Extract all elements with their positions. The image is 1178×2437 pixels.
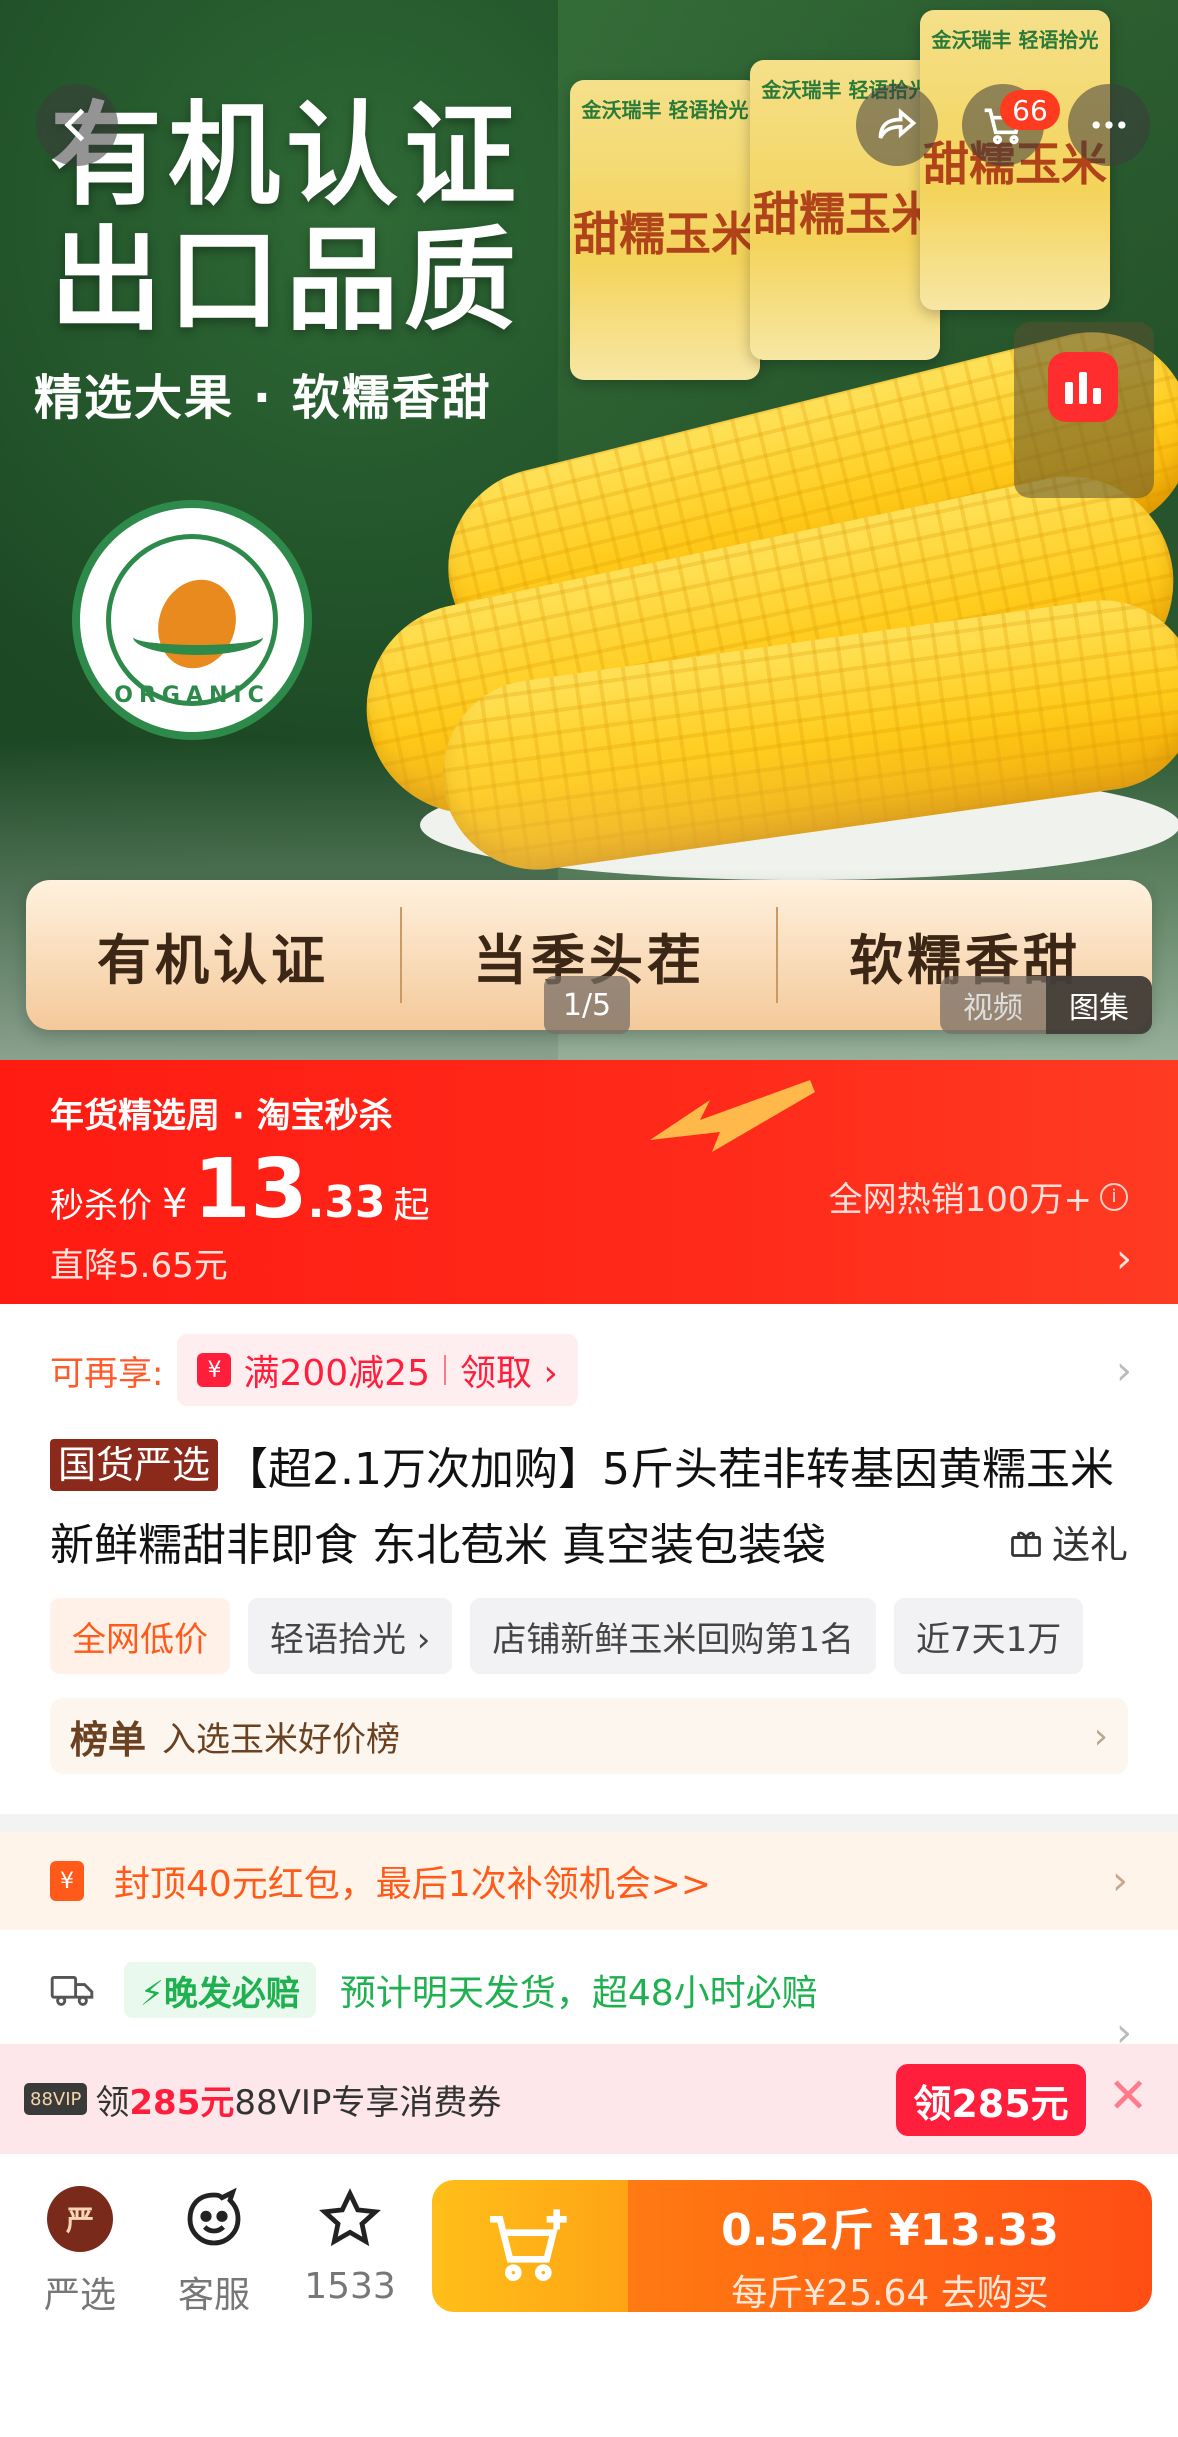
back-arrow-icon[interactable] [36,84,118,166]
add-to-cart-button[interactable] [432,2180,628,2312]
red-packet-icon: ¥ [50,1861,84,1901]
share-icon[interactable] [856,84,938,166]
currency-symbol: ¥ [162,1181,188,1227]
coupon-row: 可再享: ¥ 满200减25 领取 › [50,1334,578,1406]
coupon-label: 可再享: [50,1353,164,1394]
price-drop: 直降5.65元 [50,1246,228,1286]
vip-suffix: 88VIP专享消费券 [234,2082,502,2123]
red-packet-text: 封顶40元红包，最后1次补领机会>> [114,1864,712,1905]
customer-service-button[interactable]: 客服 [154,2184,274,2318]
star-icon [315,2184,385,2254]
tag-repurchase: 店铺新鲜玉米回购第1名 [470,1598,877,1674]
arrow-icon [650,1080,815,1152]
info-icon[interactable]: i [1100,1182,1128,1211]
chevron-right-icon: › [1093,1715,1108,1757]
price-integer: 13 [193,1142,308,1237]
tag-lowest-price: 全网低价 [50,1598,230,1674]
late-compensation-badge: ⚡晚发必赔 [124,1962,316,2018]
claim-vip-coupon-button[interactable]: 领285元 [896,2064,1086,2136]
price-decimal: .33 [307,1177,386,1228]
truck-icon [50,1975,94,2006]
tag-shop[interactable]: 轻语拾光 › [248,1598,453,1674]
coupon-icon: ¥ [197,1353,232,1387]
image-counter: 1/5 [544,976,630,1034]
chevron-right-icon: › [1116,1236,1132,1282]
hero-subline: 精选大果 · 软糯香甜 [34,370,492,426]
package-name: 甜糯玉米 [753,187,937,241]
favorite-button[interactable]: 1533 [290,2184,410,2307]
price-label: 秒杀价 [50,1186,152,1226]
organic-seal-icon: ORGANIC [72,500,312,740]
product-info-card: 可再享: ¥ 满200减25 领取 › › 国货严选 【超2.1万次加购】5斤头茬… [0,1304,1178,1814]
customer-service-label: 客服 [177,2275,250,2316]
price-suffix: 起 [393,1185,430,1226]
close-icon[interactable]: ✕ [1108,2068,1148,2124]
ranking-badge: 榜单 [70,1717,147,1762]
coupon-action: 领取 › [460,1353,558,1394]
package-name: 甜糯玉米 [573,207,757,261]
cart-count-badge: 66 [1000,90,1060,130]
live-stream-button[interactable] [1014,322,1154,498]
vip-amount: 285元 [129,2082,235,2123]
chevron-right-icon: › [1112,1858,1128,1904]
media-tabs: 视频 图集 [940,976,1152,1034]
gift-label: 送礼 [1051,1523,1128,1567]
vip-text: 领285元88VIP专享消费券 [95,2075,501,2124]
flash-price: 秒杀价 ¥ 13 .33 起 [50,1142,430,1237]
seal-ring [106,534,278,706]
package-image: 金沃瑞丰 轻语拾光 甜糯玉米 [570,80,760,380]
coupon-offer: 满200减25 [243,1353,430,1394]
package-brand: 金沃瑞丰 轻语拾光 [581,98,749,122]
buy-now-button[interactable]: 0.52斤 ¥13.33 每斤¥25.64 去购买 [628,2180,1152,2312]
delivery-row[interactable]: ⚡晚发必赔 预计明天发货，超48小时必赔 › [0,1930,1178,2056]
hero-headline: 出口品质 [50,216,522,346]
coupon-button[interactable]: ¥ 满200减25 领取 › [177,1334,578,1406]
tab-video[interactable]: 视频 [940,976,1046,1034]
product-title: 国货严选 【超2.1万次加购】5斤头茬非转基因黄糯玉米新鲜糯甜非即食 东北苞米 真… [50,1432,1130,1584]
vip-prefix: 领 [95,2082,130,2123]
tag-recent-sales: 近7天1万 [894,1598,1084,1674]
buy-price: 0.52斤 ¥13.33 [721,2205,1059,2256]
promo-title: 年货精选周 · 淘宝秒杀 [50,1096,393,1136]
gift-button[interactable]: 送礼 [1008,1514,1128,1569]
store-logo-icon: 严 [45,2184,115,2254]
seal-swoosh [133,619,263,655]
store-label: 严选 [43,2275,116,2316]
hero-headline: 有机认证 [50,91,522,221]
ranking-bar[interactable]: 榜单 入选玉米好价榜 › [50,1698,1128,1774]
buy-unit-price: 每斤¥25.64 去购买 [731,2273,1049,2312]
hot-sales: 全网热销100万+ i [829,1172,1128,1221]
favorite-count: 1533 [304,2266,396,2307]
red-packet-row[interactable]: ¥ 封顶40元红包，最后1次补领机会>> › [0,1832,1178,1930]
delivery-estimate: 预计明天发货，超48小时必赔 [339,1973,818,2014]
bottom-action-bar: 严 严选 客服 1533 0.52斤 ¥13.33 每斤¥25.64 去购买 [0,2154,1178,2437]
ranking-text: 入选玉米好价榜 [162,1719,401,1760]
chevron-right-icon[interactable]: › [1116,1348,1132,1394]
feature-label: 有机认证 [97,928,329,992]
vip-logo: 88VIP [24,2083,88,2115]
package-brand: 金沃瑞丰 轻语拾光 [931,28,1099,52]
live-icon [1048,352,1118,422]
seal-text: ORGANIC [114,683,270,708]
vip-coupon-bar: 88VIP 领285元88VIP专享消费券 领285元 ✕ [0,2044,1178,2154]
more-icon[interactable] [1068,84,1150,166]
tab-gallery[interactable]: 图集 [1046,976,1152,1034]
purchase-buttons: 0.52斤 ¥13.33 每斤¥25.64 去购买 [432,2180,1152,2312]
flash-sale-banner[interactable]: 年货精选周 · 淘宝秒杀 秒杀价 ¥ 13 .33 起 全网热销100万+ i … [0,1060,1178,1304]
store-logo: 严 [47,2186,113,2252]
smiley-icon [179,2184,249,2254]
store-button[interactable]: 严 严选 [20,2184,140,2318]
tag-row: 全网低价 轻语拾光 › 店铺新鲜玉米回购第1名 近7天1万 [50,1598,1178,1674]
add-cart-icon [490,2209,567,2281]
coupon-divider [444,1355,446,1385]
gift-icon [1011,1531,1041,1557]
section-divider [0,1814,1178,1832]
guohuo-tag: 国货严选 [50,1439,219,1491]
product-image-carousel[interactable]: 金沃瑞丰 轻语拾光 甜糯玉米 金沃瑞丰 轻语拾光 甜糯玉米 金沃瑞丰 轻语拾光 … [0,0,1178,1060]
hot-sales-text: 全网热销100万+ [828,1180,1092,1220]
